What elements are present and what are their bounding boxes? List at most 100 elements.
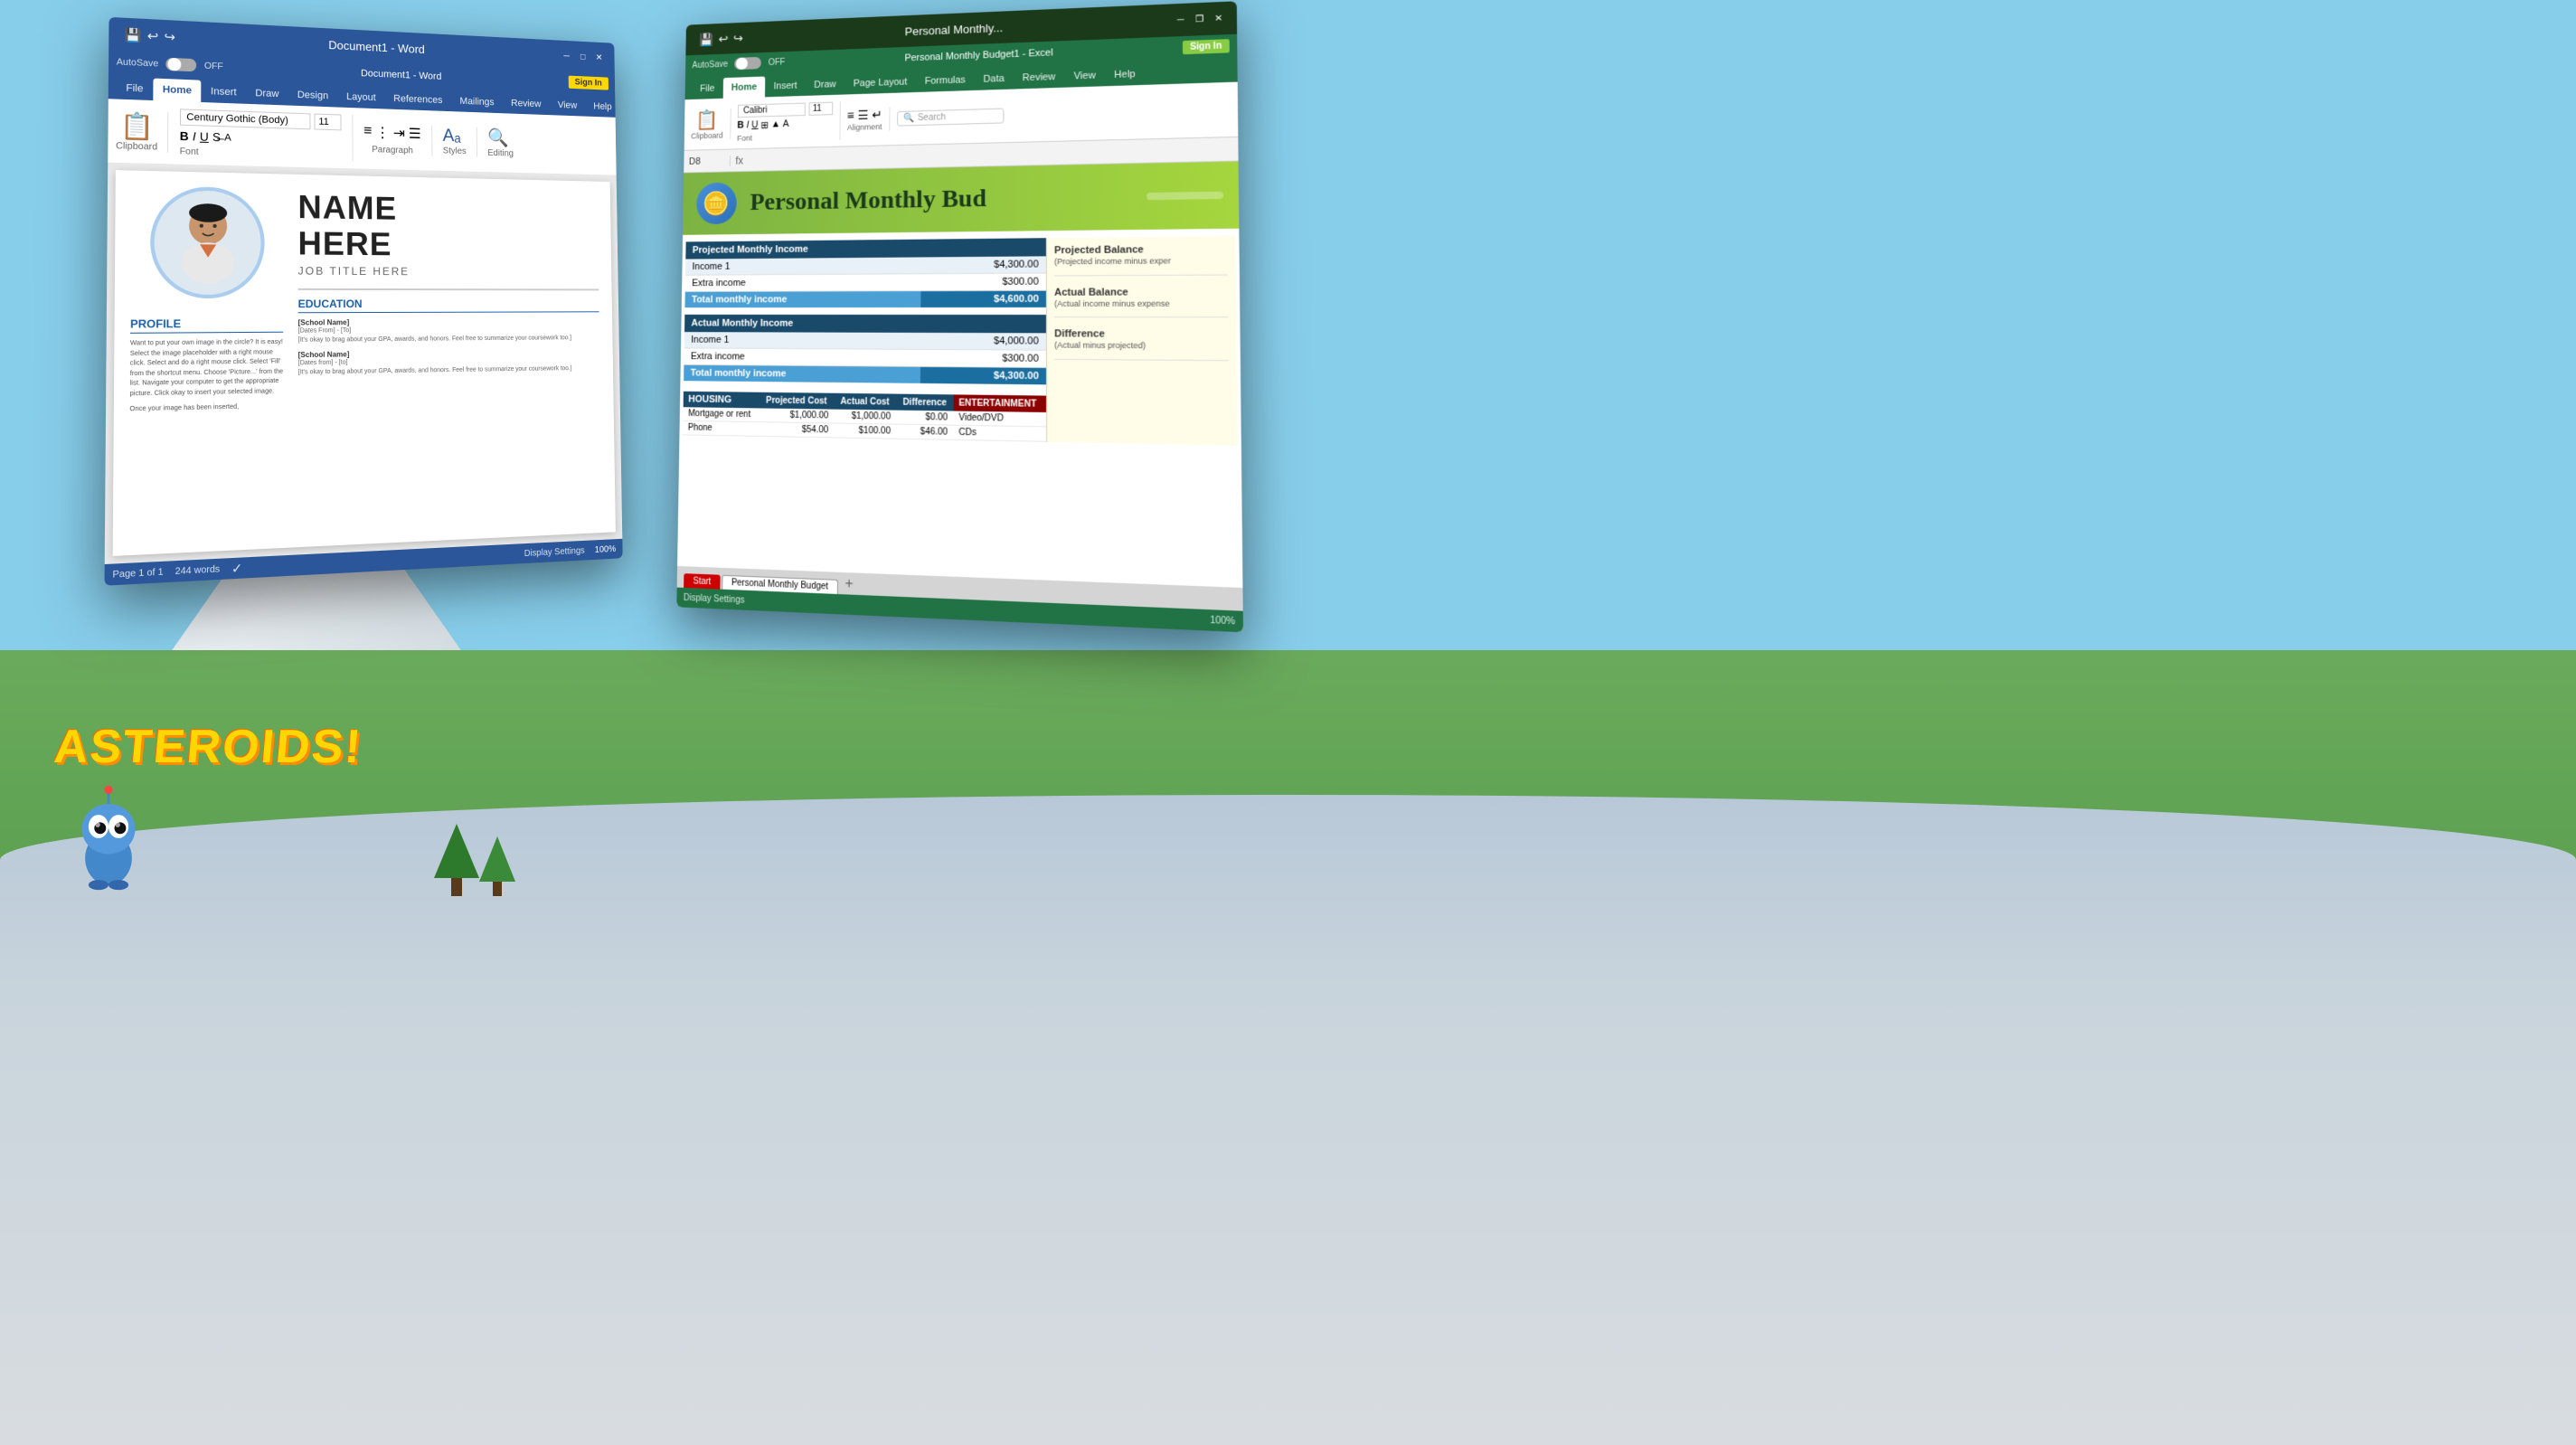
close-button[interactable]: ✕: [593, 52, 605, 64]
excel-tab-file[interactable]: File: [692, 78, 723, 99]
excel-tab-insert[interactable]: Insert: [765, 75, 806, 97]
excel-minimize-button[interactable]: ─: [1174, 14, 1187, 27]
excel-cell-ref[interactable]: D8: [689, 156, 731, 166]
tab-mailings[interactable]: Mailings: [451, 90, 503, 113]
font-color-button[interactable]: A: [224, 132, 231, 143]
excel-search-placeholder[interactable]: Search: [918, 112, 946, 123]
maximize-button[interactable]: □: [577, 51, 589, 63]
excel-autosave-state: OFF: [769, 57, 786, 67]
excel-autosave-toggle[interactable]: [734, 57, 761, 70]
undo-icon[interactable]: ↩: [147, 28, 159, 44]
actual-income1-label: Income 1: [684, 332, 920, 349]
excel-font-color-button[interactable]: A: [783, 118, 789, 130]
excel-tab-view[interactable]: View: [1064, 64, 1105, 87]
phone-label: Phone: [683, 420, 759, 436]
tab-references[interactable]: References: [384, 88, 451, 111]
styles-icon[interactable]: Aₐ: [443, 126, 467, 146]
excel-tab-formulas[interactable]: Formulas: [916, 69, 975, 92]
word-sign-in-button[interactable]: Sign In: [568, 75, 609, 90]
excel-display-settings[interactable]: Display Settings: [684, 592, 745, 605]
indent-button[interactable]: ⇥: [393, 124, 405, 142]
tab-layout[interactable]: Layout: [337, 86, 384, 109]
excel-restore-button[interactable]: ❐: [1193, 13, 1206, 26]
italic-button[interactable]: I: [193, 129, 196, 143]
word-window: 💾 ↩ ↪ Document1 - Word ─ □ ✕ AutoSave OF…: [105, 17, 623, 586]
excel-budget-left: Projected Monthly Income Income 1 $4,300…: [683, 238, 1046, 442]
font-size-selector[interactable]: 11: [314, 114, 341, 131]
tab-help[interactable]: Help: [585, 96, 620, 118]
excel-tab-page-layout[interactable]: Page Layout: [845, 71, 916, 95]
extra-income-row[interactable]: Extra income $300.00: [685, 273, 1046, 291]
doc-page: PROFILE Want to put your own image in th…: [113, 170, 616, 556]
income1-row[interactable]: Income 1 $4,300.00: [685, 256, 1046, 275]
add-sheet-button[interactable]: +: [840, 574, 859, 595]
phone-projected: $54.00: [759, 422, 834, 438]
bullets-button[interactable]: ≡: [363, 123, 372, 141]
ground-floor: [0, 795, 2576, 1445]
excel-tab-home[interactable]: Home: [722, 77, 765, 99]
total-projected-amount: $4,600.00: [920, 290, 1046, 307]
tab-design[interactable]: Design: [288, 84, 338, 108]
tab-file[interactable]: File: [116, 77, 153, 100]
doc-right-panel: NAMEHERE JOB TITLE HERE EDUCATION [Schoo…: [297, 189, 602, 533]
excel-borders-button[interactable]: ⊞: [760, 119, 769, 131]
excel-save-icon[interactable]: 💾: [699, 32, 713, 47]
tab-insert[interactable]: Insert: [202, 80, 246, 104]
excel-italic-button[interactable]: I: [746, 119, 749, 130]
word-count: 244 words: [175, 564, 221, 577]
display-settings[interactable]: Display Settings: [524, 545, 585, 558]
autosave-toggle[interactable]: [166, 58, 197, 72]
align-button[interactable]: ☰: [409, 125, 421, 143]
excel-wrap-text[interactable]: ↵: [872, 108, 882, 123]
excel-tab-review[interactable]: Review: [1014, 66, 1065, 90]
actual-extra-income-label: Extra income: [684, 348, 920, 366]
clipboard-label: Clipboard: [116, 141, 157, 153]
extra-income-label: Extra income: [685, 274, 921, 292]
excel-tab-draw[interactable]: Draw: [806, 73, 845, 95]
redo-icon[interactable]: ↪: [165, 29, 175, 45]
excel-clipboard-group: 📋 Clipboard: [691, 108, 731, 139]
clipboard-group: 📋 Clipboard: [116, 110, 168, 153]
profile-section-title: PROFILE: [130, 316, 283, 333]
strikethrough-button[interactable]: S̶: [212, 130, 221, 144]
underline-button[interactable]: U: [200, 129, 209, 144]
sheet-tab-start[interactable]: Start: [684, 573, 721, 589]
tab-draw[interactable]: Draw: [246, 82, 288, 106]
bold-button[interactable]: B: [180, 129, 189, 144]
search-icon[interactable]: 🔍: [487, 127, 514, 149]
excel-font-size[interactable]: 11: [808, 101, 833, 115]
save-icon[interactable]: 💾: [125, 26, 142, 42]
excel-tab-help[interactable]: Help: [1105, 63, 1145, 87]
excel-align-left[interactable]: ≡: [847, 109, 854, 124]
excel-underline-button[interactable]: U: [751, 119, 759, 131]
minimize-button[interactable]: ─: [561, 50, 572, 62]
difference-header: Difference: [896, 394, 953, 411]
excel-balance-panel: Projected Balance (Projected income minu…: [1046, 236, 1238, 446]
tab-home[interactable]: Home: [153, 79, 202, 102]
paste-icon[interactable]: 📋: [119, 110, 154, 142]
excel-bold-button[interactable]: B: [737, 119, 744, 131]
formula-input[interactable]: [749, 149, 1232, 160]
mortgage-actual: $1,000.00: [834, 410, 896, 425]
excel-font-label: Font: [737, 131, 832, 142]
budget-header-bar: 🪙 Personal Monthly Bud: [683, 162, 1239, 235]
actual-income1-row[interactable]: Income 1 $4,000.00: [684, 332, 1046, 350]
excel-close-button[interactable]: ✕: [1212, 12, 1225, 25]
profile-photo: [150, 186, 265, 299]
actual-cost-header: Actual Cost: [834, 393, 896, 411]
font-selector[interactable]: Century Gothic (Body): [180, 109, 311, 129]
excel-fill-button[interactable]: ▲: [771, 118, 780, 130]
excel-paste-icon[interactable]: 📋: [695, 109, 719, 131]
excel-search-area: 🔍 Search: [897, 101, 1230, 126]
tab-review[interactable]: Review: [503, 92, 550, 115]
excel-redo-icon[interactable]: ↪: [733, 31, 743, 45]
excel-undo-icon[interactable]: ↩: [718, 32, 728, 46]
excel-font-selector[interactable]: Calibri: [738, 102, 806, 118]
tab-view[interactable]: View: [550, 94, 586, 116]
total-projected-row[interactable]: Total monthly income $4,600.00: [684, 290, 1045, 307]
total-actual-amount: $4,300.00: [920, 366, 1046, 384]
excel-tab-data[interactable]: Data: [975, 68, 1014, 90]
numbering-button[interactable]: ⋮: [375, 123, 390, 141]
excel-align-center[interactable]: ☰: [857, 108, 868, 123]
excel-sign-in-button[interactable]: Sign In: [1183, 39, 1230, 54]
